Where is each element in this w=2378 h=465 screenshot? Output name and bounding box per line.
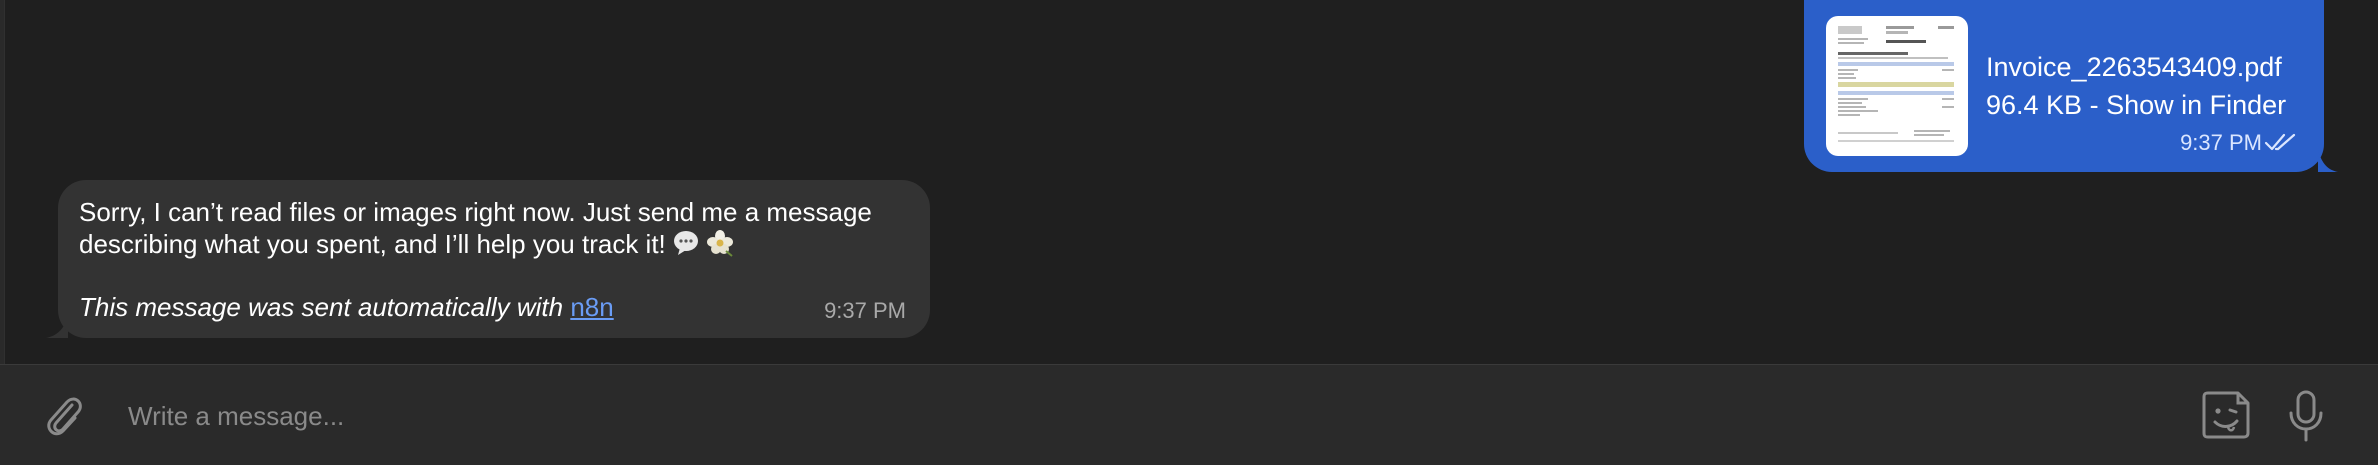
flower-icon [706,230,733,257]
paperclip-icon[interactable] [42,393,86,441]
double-check-icon [2264,133,2296,151]
outgoing-file-message[interactable]: Invoice_2263543409.pdf 96.4 KB - Show in… [1804,0,2324,172]
sticker-emoji-icon[interactable] [2200,389,2252,441]
chat-history: Invoice_2263543409.pdf 96.4 KB - Show in… [0,0,2378,464]
outgoing-bubble-tail [2318,150,2338,172]
pdf-thumbnail[interactable] [1826,16,1968,156]
message-composer [0,364,2378,465]
speech-balloon-icon [673,231,698,255]
message-timestamp: 9:37 PM [824,298,906,323]
file-size-show-in-finder[interactable]: 96.4 KB - Show in Finder [1986,90,2286,121]
document-preview-icon [1834,22,1960,150]
incoming-message[interactable]: Sorry, I can’t read files or images righ… [58,180,930,338]
n8n-link[interactable]: n8n [570,292,613,322]
message-timestamp: 9:37 PM [2180,130,2262,155]
automation-footer: This message was sent automatically with… [79,292,614,323]
file-name[interactable]: Invoice_2263543409.pdf [1986,52,2282,83]
message-body: Sorry, I can’t read files or images righ… [79,197,872,259]
message-input[interactable] [126,395,2130,437]
footer-text: This message was sent automatically with [79,292,571,322]
microphone-icon[interactable] [2286,389,2326,443]
message-text: Sorry, I can’t read files or images righ… [79,196,929,260]
